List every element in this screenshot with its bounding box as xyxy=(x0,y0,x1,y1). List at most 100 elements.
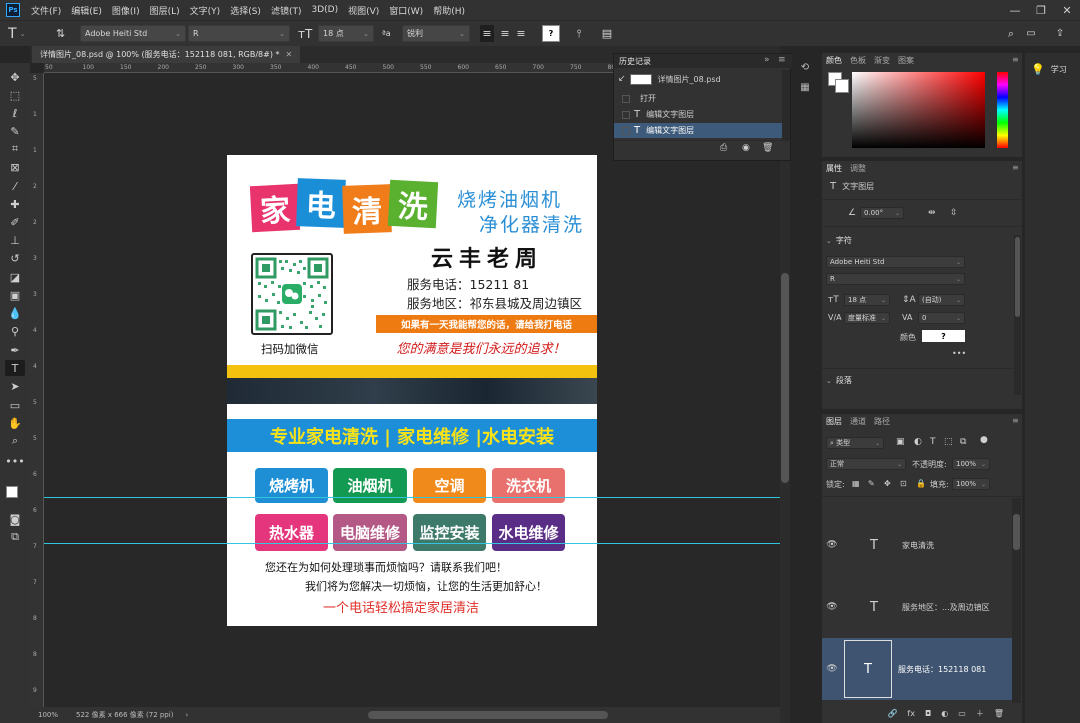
menu-help[interactable]: 帮助(H) xyxy=(428,4,470,17)
zoom-tool-icon[interactable]: ⌕ xyxy=(5,433,25,449)
layers-scrollbar[interactable] xyxy=(1012,498,1021,703)
antialias-select[interactable]: 锐利 ⌄ xyxy=(402,25,470,42)
guide-line-1[interactable] xyxy=(44,497,780,498)
menu-edit[interactable]: 编辑(E) xyxy=(66,4,107,17)
menu-3d[interactable]: 3D(D) xyxy=(306,5,343,15)
guide-line-2[interactable] xyxy=(44,543,780,544)
collapse-icon[interactable]: » xyxy=(764,55,770,65)
blur-tool-icon[interactable]: 💧 xyxy=(5,305,25,321)
lock-artboard-icon[interactable]: ⊡ xyxy=(900,479,907,488)
add-mask-icon[interactable]: ◘ xyxy=(925,709,931,718)
warp-text-icon[interactable]: ⫯ xyxy=(572,25,586,42)
menu-image[interactable]: 图像(I) xyxy=(107,4,145,17)
link-layers-icon[interactable]: 🔗 xyxy=(887,709,897,718)
tab-color[interactable]: 颜色 xyxy=(822,55,846,66)
menu-file[interactable]: 文件(F) xyxy=(26,4,66,17)
char-font-size-select[interactable]: 18 点 ⌄ xyxy=(844,294,890,306)
layer-style-icon[interactable]: fx xyxy=(907,709,915,718)
snapshot-camera-icon[interactable]: ◉ xyxy=(742,143,750,153)
photoshop-logo[interactable]: Ps xyxy=(6,3,20,17)
text-color-swatch[interactable]: ? xyxy=(542,25,560,42)
canvas-vertical-scrollbar[interactable] xyxy=(780,63,790,723)
visibility-eye-icon[interactable]: 👁 xyxy=(822,664,842,674)
eraser-tool-icon[interactable]: ◪ xyxy=(5,269,25,285)
rectangle-tool-icon[interactable]: ▭ xyxy=(5,397,25,413)
font-size-select[interactable]: 18 点 ⌄ xyxy=(318,25,374,42)
restore-button[interactable]: ❐ xyxy=(1028,0,1054,20)
new-document-from-state-icon[interactable]: ⎙ xyxy=(720,143,727,153)
share-icon[interactable]: ⇪ xyxy=(1048,25,1072,42)
character-section-header[interactable]: ⌄ 字符 xyxy=(826,235,852,246)
history-checkbox[interactable] xyxy=(622,126,630,135)
filter-type-icon[interactable]: T xyxy=(930,437,936,447)
history-snapshot[interactable]: ↙ 详情图片_08.psd xyxy=(618,70,782,88)
char-color-swatch[interactable]: ? xyxy=(922,330,965,342)
angle-field[interactable]: 0.00° ⌄ xyxy=(860,207,904,219)
quick-mask-icon[interactable]: ◙ xyxy=(5,511,25,527)
workspace-icon[interactable]: ▭ xyxy=(1024,25,1038,42)
history-dock-icon[interactable]: ⟲ xyxy=(797,60,813,75)
path-select-tool-icon[interactable]: ➤ xyxy=(5,378,25,394)
gradient-tool-icon[interactable]: ▣ xyxy=(5,287,25,303)
filter-pixel-icon[interactable]: ▣ xyxy=(896,437,905,447)
kerning-select[interactable]: 度量标准 ⌄ xyxy=(844,312,890,324)
dodge-tool-icon[interactable]: ⚲ xyxy=(5,323,25,339)
history-brush-tool-icon[interactable]: ↺ xyxy=(5,250,25,266)
canvas-scroll-thumb[interactable] xyxy=(781,273,789,483)
foreground-color-swatch[interactable] xyxy=(6,486,18,498)
char-font-style-select[interactable]: R ⌄ xyxy=(826,273,965,285)
toggle-orientation-icon[interactable]: ⇅ xyxy=(56,25,72,42)
tab-patterns[interactable]: 图案 xyxy=(894,55,918,66)
panel-menu-icon[interactable]: ≡ xyxy=(1012,55,1019,64)
layer-row-1[interactable]: 👁 T 家电清洗 xyxy=(822,514,1021,576)
character-panel-icon[interactable]: ▤ xyxy=(600,25,614,42)
quick-select-tool-icon[interactable]: ✎ xyxy=(5,123,25,139)
adjustment-layer-icon[interactable]: ◐ xyxy=(941,709,948,718)
leading-select[interactable]: (自动) ⌄ xyxy=(918,294,965,306)
align-center-icon[interactable]: ≡ xyxy=(498,25,512,42)
trash-icon[interactable]: 🗑 xyxy=(762,143,773,153)
marquee-tool-icon[interactable]: ⬚ xyxy=(5,87,25,103)
screen-mode-icon[interactable]: ⧉ xyxy=(5,529,25,545)
layer-row-2[interactable]: 👁 T 服务地区：...及周边镇区 xyxy=(822,576,1021,638)
eyedropper-tool-icon[interactable]: ⁄ xyxy=(5,178,25,194)
lock-position-icon[interactable]: ✥ xyxy=(884,479,891,488)
brush-tool-icon[interactable]: ✐ xyxy=(5,214,25,230)
font-family-select[interactable]: Adobe Heiti Std ⌄ xyxy=(80,25,186,42)
history-item-edit-text-1[interactable]: T 编辑文字图层 xyxy=(614,107,782,122)
menu-select[interactable]: 选择(S) xyxy=(225,4,266,17)
properties-scrollbar[interactable] xyxy=(1014,235,1021,395)
lock-all-icon[interactable]: 🔒 xyxy=(916,479,926,488)
tab-swatches[interactable]: 色板 xyxy=(846,55,870,66)
opacity-field[interactable]: 100% ⌄ xyxy=(952,458,990,470)
history-checkbox[interactable] xyxy=(622,110,630,119)
blend-mode-select[interactable]: 正常 ⌄ xyxy=(826,458,906,470)
more-tools-icon[interactable]: ••• xyxy=(5,453,25,469)
more-options-icon[interactable]: ••• xyxy=(952,349,966,358)
layer-row-3[interactable]: 👁 T 服务电话：152118 081 xyxy=(822,638,1021,700)
close-window-button[interactable]: ✕ xyxy=(1054,0,1080,20)
document-tab[interactable]: 详情图片_08.psd @ 100% (服务电话：152118 081, RGB… xyxy=(32,46,301,63)
tab-gradients[interactable]: 渐变 xyxy=(870,55,894,66)
layer-filter-select[interactable]: ⌕ 类型 ⌄ xyxy=(826,437,884,449)
type-tool-icon[interactable]: T xyxy=(5,360,25,376)
learn-button[interactable]: 💡 学习 xyxy=(1031,63,1067,76)
align-right-icon[interactable]: ≡ xyxy=(514,25,528,42)
paragraph-section-header[interactable]: ⌄ 段落 xyxy=(826,375,852,386)
tab-paths[interactable]: 路径 xyxy=(870,416,894,427)
visibility-eye-icon[interactable]: 👁 xyxy=(822,540,842,550)
menu-layer[interactable]: 图层(L) xyxy=(145,4,185,17)
panel-menu-icon[interactable]: ≡ xyxy=(778,55,786,65)
flip-vertical-icon[interactable]: ⇳ xyxy=(950,208,958,218)
font-style-select[interactable]: R ⌄ xyxy=(188,25,290,42)
search-icon[interactable]: ⌕ xyxy=(1004,25,1018,42)
menu-filter[interactable]: 滤镜(T) xyxy=(266,4,307,17)
filter-adjustment-icon[interactable]: ◐ xyxy=(914,437,922,447)
history-checkbox[interactable] xyxy=(622,94,630,103)
tab-adjustments[interactable]: 调整 xyxy=(846,163,870,174)
history-item-edit-text-2[interactable]: T 编辑文字图层 xyxy=(614,123,782,138)
align-left-icon[interactable]: ≡ xyxy=(480,25,494,42)
horizontal-scroll-thumb[interactable] xyxy=(368,711,608,719)
healing-tool-icon[interactable]: ✚ xyxy=(5,196,25,212)
history-panel-title[interactable]: 历史记录 xyxy=(619,56,651,67)
